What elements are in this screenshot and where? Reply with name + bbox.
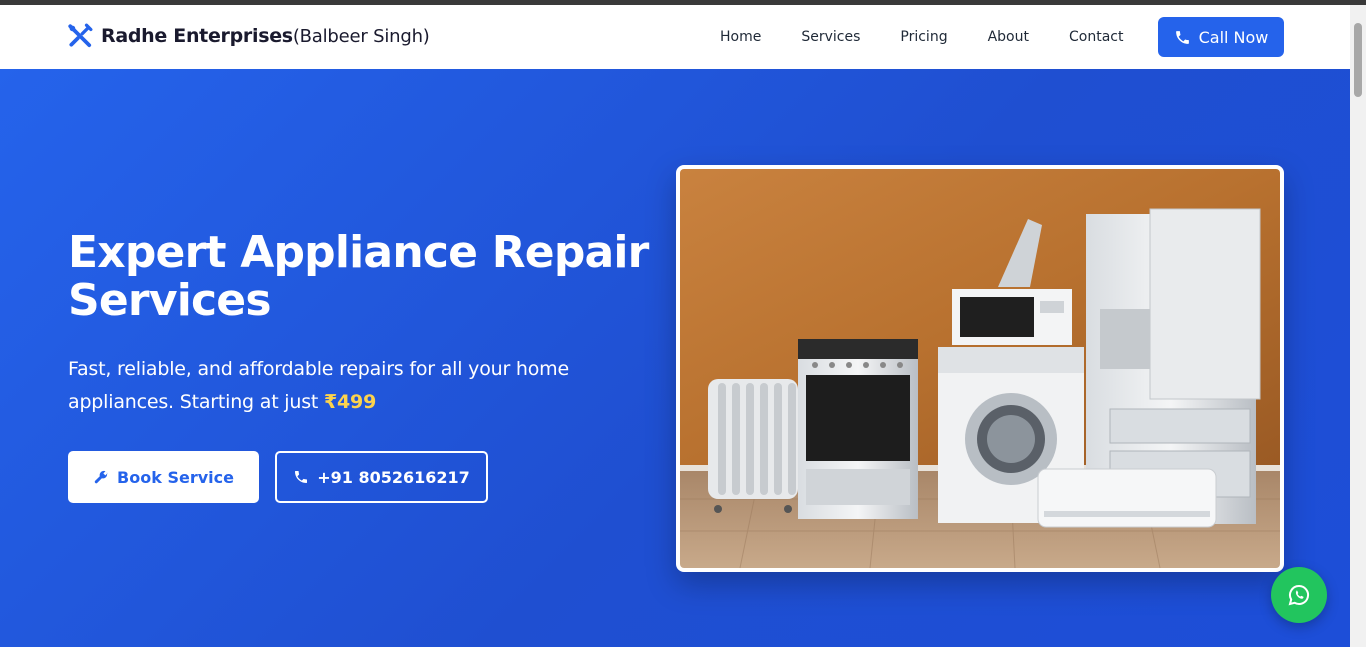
starting-price: ₹499 [324,391,377,413]
nav-pricing[interactable]: Pricing [880,17,967,57]
nav-services[interactable]: Services [781,17,880,57]
appliances-illustration [680,169,1280,568]
whatsapp-chat-button[interactable] [1271,567,1327,623]
brand-logo[interactable]: Radhe Enterprises(Balbeer Singh) [67,23,430,49]
brand-name: Radhe Enterprises [101,25,293,47]
page-scrollbar[interactable] [1350,5,1366,647]
nav-home[interactable]: Home [700,17,781,57]
scrollbar-thumb[interactable] [1354,23,1362,97]
call-now-button[interactable]: Call Now [1158,17,1284,57]
book-service-button[interactable]: Book Service [68,451,259,503]
phone-icon [295,471,308,483]
call-now-label: Call Now [1198,27,1269,47]
hero-description: Fast, reliable, and affordable repairs f… [68,353,648,419]
hero-title: Expert Appliance Repair Services [68,227,649,326]
hero-text: Fast, reliable, and affordable repairs f… [68,358,569,413]
whatsapp-icon [1288,584,1310,606]
wrench-icon [94,470,108,484]
site-header: Radhe Enterprises(Balbeer Singh) Home Se… [0,5,1350,69]
phone-icon [1175,30,1189,44]
phone-number-label: +91 8052616217 [317,467,470,487]
nav-contact[interactable]: Contact [1049,17,1143,57]
phone-call-button[interactable]: +91 8052616217 [275,451,488,503]
brand-owner: (Balbeer Singh) [292,26,430,47]
main-nav: Home Services Pricing About Contact [700,17,1143,57]
appliances-image [676,165,1284,572]
book-service-label: Book Service [117,467,234,487]
tools-icon [68,23,93,48]
nav-about[interactable]: About [968,17,1049,57]
hero-section: Expert Appliance Repair Services Fast, r… [0,69,1350,647]
